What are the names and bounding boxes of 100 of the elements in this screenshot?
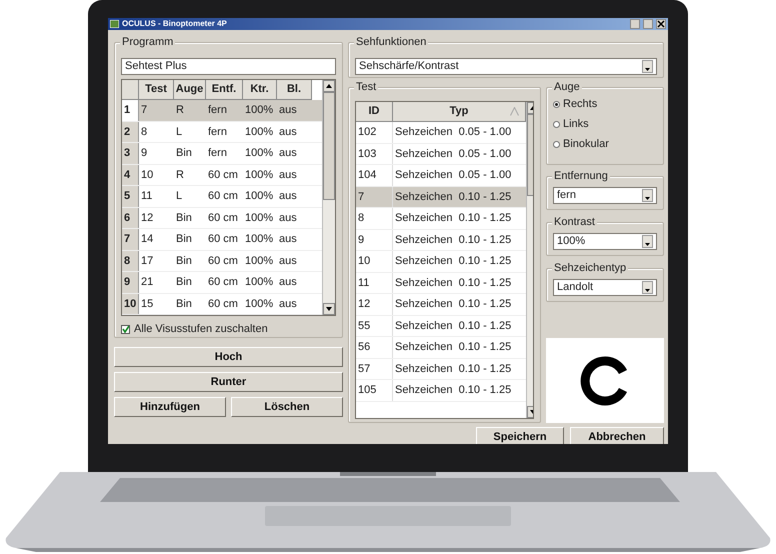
row-number: 7 bbox=[122, 229, 139, 250]
dropdown[interactable]: Landolt bbox=[553, 279, 657, 296]
program-button[interactable]: Löschen bbox=[231, 397, 343, 417]
scroll-down-icon[interactable] bbox=[323, 303, 335, 315]
column-header[interactable]: Bl. bbox=[277, 80, 312, 100]
table-cell-text: 100% bbox=[244, 168, 274, 182]
table-cell-text: Bin bbox=[175, 275, 193, 290]
table-cell-text: Bin bbox=[175, 210, 193, 226]
footer-button[interactable]: Abbrechen bbox=[570, 427, 664, 444]
table-row[interactable]: 2 8 L fern 100% aus bbox=[122, 122, 322, 143]
row-number: 10 bbox=[122, 294, 139, 314]
table-cell-text: 60 cm bbox=[207, 189, 239, 204]
landolt-ring-icon bbox=[580, 356, 630, 406]
radio-option[interactable]: Links bbox=[553, 114, 657, 134]
table-cell-text: 60 cm bbox=[207, 232, 239, 247]
table-cell: 57 bbox=[356, 358, 393, 379]
table-cell-text: R bbox=[175, 103, 185, 118]
table-cell-text: 100% bbox=[244, 296, 274, 312]
table-cell: 7 bbox=[356, 186, 393, 207]
checkbox[interactable] bbox=[121, 324, 130, 334]
close-icon[interactable] bbox=[656, 19, 666, 29]
table-row[interactable]: 9 21 Bin 60 cm 100% aus bbox=[122, 272, 322, 294]
table-cell-text: 7 bbox=[140, 103, 148, 118]
dropdown[interactable]: 100% bbox=[553, 233, 657, 250]
column-header[interactable]: Typ bbox=[393, 102, 526, 122]
table-cell-text: 60 cm bbox=[207, 168, 239, 182]
scrollbar[interactable] bbox=[322, 80, 335, 315]
table-cell: 12 bbox=[356, 294, 393, 314]
table-cell: 11 bbox=[356, 272, 393, 293]
table-cell-text: Sehzeichen 0.10 - 1.25 bbox=[394, 190, 512, 204]
table-row[interactable]: 10 15 Bin 60 cm 100% aus bbox=[122, 294, 322, 315]
table-row[interactable]: 4 10 R 60 cm 100% aus bbox=[122, 164, 322, 186]
scroll-up-icon[interactable] bbox=[323, 80, 335, 92]
window-title: OCULUS - Binoptometer 4P bbox=[122, 18, 227, 30]
table-cell-text: 21 bbox=[140, 275, 154, 290]
name-field[interactable]: Sehtest Plus bbox=[121, 58, 336, 75]
table-row[interactable]: 5 11 L 60 cm 100% aus bbox=[122, 186, 322, 208]
group-title: Entfernung bbox=[552, 170, 610, 183]
row-number: 4 bbox=[122, 164, 139, 185]
dropdown[interactable]: fern bbox=[553, 187, 657, 204]
table-cell-text: Sehzeichen 0.05 - 1.00 bbox=[394, 146, 512, 162]
table-cell-text: 100% bbox=[244, 124, 274, 140]
table-cell-text: 15 bbox=[140, 296, 154, 312]
table-row[interactable]: 1 7 R fern 100% aus bbox=[122, 100, 322, 122]
column-header[interactable]: ID bbox=[356, 102, 393, 122]
table-cell-text: Sehzeichen 0.10 - 1.25 bbox=[394, 276, 512, 290]
table-cell-text: 100% bbox=[244, 232, 274, 247]
group-title: Auge bbox=[552, 81, 582, 94]
table-cell: 104 bbox=[356, 165, 393, 186]
row-number: 1 bbox=[122, 100, 139, 120]
radio-option[interactable]: Rechts bbox=[553, 94, 657, 114]
table-cell-text: 8 bbox=[140, 124, 148, 140]
table-row[interactable]: 6 12 Bin 60 cm 100% aus bbox=[122, 208, 322, 229]
table-cell-text: Sehzeichen 0.10 - 1.25 bbox=[394, 254, 512, 269]
table-cell-text: 10 bbox=[140, 168, 154, 182]
table-cell-text: aus bbox=[278, 146, 298, 161]
table-cell-text: Sehzeichen 0.10 - 1.25 bbox=[394, 318, 512, 334]
table-cell-text: aus bbox=[278, 168, 298, 182]
dropdown[interactable]: Sehschärfe/Kontrast bbox=[355, 58, 657, 75]
column-header[interactable]: Test bbox=[139, 80, 174, 100]
table-cell-text: 100% bbox=[244, 189, 274, 204]
table-cell-text: 100% bbox=[244, 146, 274, 161]
row-number: 2 bbox=[122, 122, 139, 142]
sort-icon bbox=[510, 107, 519, 116]
table-cell-text: Sehzeichen 0.05 - 1.00 bbox=[394, 168, 512, 183]
table-cell-text: 60 cm bbox=[207, 296, 239, 312]
table-cell-text: Bin bbox=[175, 296, 193, 312]
column-header[interactable]: Auge bbox=[174, 80, 206, 100]
table-cell-text: R bbox=[175, 168, 185, 182]
column-header[interactable]: Ktr. bbox=[243, 80, 277, 100]
table-cell-text: 60 cm bbox=[207, 210, 239, 226]
table-cell-text: 100% bbox=[244, 254, 274, 268]
table-cell-text: Sehzeichen 0.10 - 1.25 bbox=[394, 383, 512, 398]
row-number: 6 bbox=[122, 208, 139, 228]
table-cell-text: Sehzeichen 0.10 - 1.25 bbox=[394, 297, 512, 312]
footer-button[interactable]: Speichern bbox=[476, 427, 564, 444]
table-cell-text: 12 bbox=[140, 210, 154, 226]
table-cell-text: 100% bbox=[244, 103, 274, 118]
table-cell-text: aus bbox=[278, 275, 298, 290]
row-number: 8 bbox=[122, 250, 139, 271]
table-row[interactable]: 7 Sehzeichen 0.10 - 1.25 bbox=[356, 186, 526, 208]
table-cell-text: aus bbox=[278, 103, 298, 118]
table-cell: 103 bbox=[356, 144, 393, 164]
table-row[interactable]: 8 17 Bin 60 cm 100% aus bbox=[122, 250, 322, 272]
program-button[interactable]: Hinzufügen bbox=[114, 397, 226, 417]
column-header[interactable]: Entf. bbox=[206, 80, 243, 100]
table-cell-text: Bin bbox=[175, 146, 193, 161]
table-cell-text: 9 bbox=[140, 146, 148, 161]
table-row[interactable]: 3 9 Bin fern 100% aus bbox=[122, 143, 322, 164]
table-cell-text: 11 bbox=[140, 189, 154, 204]
program-button[interactable]: Runter bbox=[114, 372, 343, 392]
table-row[interactable]: 7 14 Bin 60 cm 100% aus bbox=[122, 229, 322, 250]
group-title: Programm bbox=[120, 36, 176, 49]
radio-option[interactable]: Binokular bbox=[553, 134, 657, 154]
table-cell-text: aus bbox=[278, 124, 298, 140]
program-button[interactable]: Hoch bbox=[114, 347, 343, 367]
checkbox-label: Alle Visusstufen zuschalten bbox=[134, 322, 268, 337]
group-title: Sehzeichentyp bbox=[552, 262, 628, 275]
table-cell-text: Sehzeichen 0.10 - 1.25 bbox=[394, 211, 512, 226]
table-cell: 9 bbox=[356, 230, 393, 250]
